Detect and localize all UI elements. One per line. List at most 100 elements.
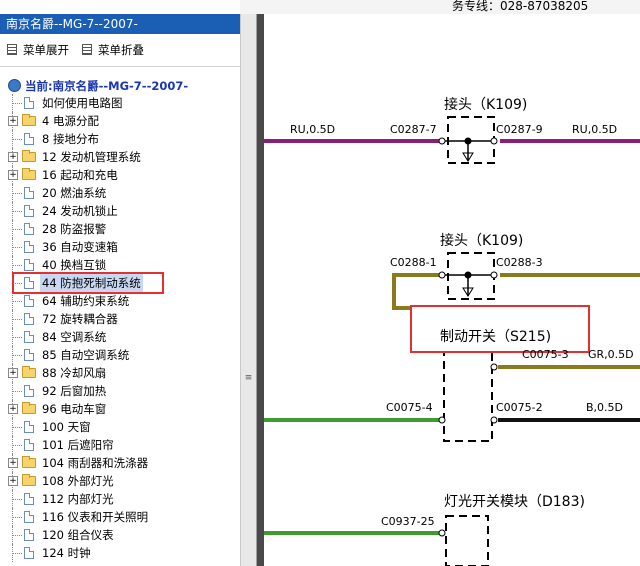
tree-item[interactable]: 112 内部灯光 (0, 490, 240, 508)
tree-item[interactable]: +96 电动车窗 (0, 400, 240, 418)
expand-toggle-icon[interactable]: + (8, 476, 18, 486)
document-icon (24, 547, 34, 559)
switch-left-terminal (438, 416, 446, 424)
menu-icon (82, 44, 92, 55)
connector1-right-pin-label: C0287-9 (496, 123, 543, 136)
module-terminal (438, 529, 446, 537)
tree-item-label: 85 自动空调系统 (42, 348, 130, 362)
connector1-title: 接头（K109) (444, 96, 527, 113)
document-icon (24, 241, 34, 253)
switch-box (443, 348, 493, 442)
document-icon (24, 97, 34, 109)
tree-item[interactable]: 92 后窗加热 (0, 382, 240, 400)
tree-item[interactable]: +108 外部灯光 (0, 472, 240, 490)
document-icon (24, 439, 34, 451)
tree-item[interactable]: 24 发动机锁止 (0, 202, 240, 220)
tree-item[interactable]: +104 雨刮器和洗涤器 (0, 454, 240, 472)
tree-branch-line (13, 391, 22, 392)
tree-item-label: 84 空调系统 (42, 330, 107, 344)
tree-item-label: 112 内部灯光 (42, 492, 114, 506)
tree-item-label: 124 时钟 (42, 546, 91, 560)
tree-branch-line (13, 139, 22, 140)
expand-toggle-icon[interactable]: + (8, 152, 18, 162)
expand-toggle-icon[interactable]: + (8, 404, 18, 414)
document-icon (24, 511, 34, 523)
tree-item[interactable]: 124 时钟 (0, 544, 240, 562)
tree-branch-line (13, 535, 22, 536)
switch-top-right-wire-label: GR,0.5D (588, 348, 634, 361)
tree-branch-line (13, 445, 22, 446)
panel-splitter[interactable]: ≡ (240, 14, 257, 566)
collapse-menu-button[interactable]: 菜单折叠 (82, 42, 144, 58)
tree-item[interactable]: 64 辅助约束系统 (0, 292, 240, 310)
tree-item-label: 116 仪表和开关照明 (42, 510, 149, 524)
expand-toggle-icon[interactable]: + (8, 170, 18, 180)
tree-item-label: 8 接地分布 (42, 132, 99, 146)
tree-item-label: 108 外部灯光 (42, 474, 114, 488)
tree-item-label: 4 电源分配 (42, 114, 99, 128)
tree-item[interactable]: 72 旋转耦合器 (0, 310, 240, 328)
tree-item[interactable]: 20 燃油系统 (0, 184, 240, 202)
document-icon (24, 493, 34, 505)
tree-item[interactable]: +16 起动和充电 (0, 166, 240, 184)
connector1-left-wire-label: RU,0.5D (290, 123, 335, 136)
tree-item-label: 100 天窗 (42, 420, 91, 434)
tree-item-label: 如何使用电路图 (42, 96, 123, 110)
switch-right-pin-label: C0075-2 (496, 401, 543, 414)
tree-branch-line (13, 499, 22, 500)
wiring-diagram: 接头（K109) RU,0.5D C0287-7 C0287-9 RU,0.5D… (264, 14, 640, 566)
document-icon (24, 313, 34, 325)
document-icon (24, 259, 34, 271)
tree-item[interactable]: 85 自动空调系统 (0, 346, 240, 364)
tree-branch-line (13, 517, 22, 518)
service-hotline-text: 务专线：028-87038205 (452, 0, 589, 13)
switch-right-wire-label: B,0.5D (586, 401, 623, 414)
tree-item[interactable]: +12 发动机管理系统 (0, 148, 240, 166)
tree-item-label: 28 防盗报警 (42, 222, 107, 236)
tree-item[interactable]: 120 组合仪表 (0, 526, 240, 544)
expand-menu-button[interactable]: 菜单展开 (7, 42, 69, 58)
diagram-border (257, 14, 264, 566)
switch-top-right-pin-label: C0075-3 (522, 348, 569, 361)
module-pin-label: C0937-25 (381, 515, 435, 528)
tree-item[interactable]: 8 接地分布 (0, 130, 240, 148)
tree-item[interactable]: 100 天窗 (0, 418, 240, 436)
tree-item-label: 24 发动机锁止 (42, 204, 118, 218)
tree-item-label: 72 旋转耦合器 (42, 312, 118, 326)
connector2-title: 接头（K109) (440, 232, 523, 249)
expand-toggle-icon[interactable]: + (8, 116, 18, 126)
tree-toolbar: 菜单展开 菜单折叠 (0, 36, 240, 67)
folder-icon (22, 168, 36, 180)
tree-item[interactable]: 如何使用电路图 (0, 94, 240, 112)
document-icon (24, 529, 34, 541)
switch-title: 制动开关（S215) (440, 329, 551, 345)
connector2-right-pin-label: C0288-3 (496, 256, 543, 269)
tree-item[interactable]: +4 电源分配 (0, 112, 240, 130)
connector2-right-terminal (490, 271, 498, 279)
document-icon (24, 133, 34, 145)
connector2-left-wire (392, 273, 440, 310)
expand-toggle-icon[interactable]: + (8, 368, 18, 378)
tree-item[interactable]: 28 防盗报警 (0, 220, 240, 238)
tree-item-label: 16 起动和充电 (42, 168, 118, 182)
tree-branch-line (13, 427, 22, 428)
tree-item-label: 88 冷却风扇 (42, 366, 107, 380)
tree-item[interactable]: 116 仪表和开关照明 (0, 508, 240, 526)
tree-branch-line (13, 553, 22, 554)
tree-item[interactable]: 36 自动变速箱 (0, 238, 240, 256)
tree-item[interactable]: 101 后遮阳帘 (0, 436, 240, 454)
folder-icon (22, 114, 36, 126)
tree-branch-line (13, 103, 22, 104)
connector2-left-terminal (438, 271, 446, 279)
splitter-grip-icon[interactable]: ≡ (244, 374, 253, 383)
tree-item[interactable]: +88 冷却风扇 (0, 364, 240, 382)
document-icon (24, 331, 34, 343)
tree-branch-line (13, 229, 22, 230)
tree-branch-line (13, 301, 22, 302)
tree-item[interactable]: 84 空调系统 (0, 328, 240, 346)
expand-toggle-icon[interactable]: + (8, 458, 18, 468)
connector1-right-terminal (490, 137, 498, 145)
tree-branch-line (13, 193, 22, 194)
tree-branch-line (13, 247, 22, 248)
connector1-right-wire-label: RU,0.5D (572, 123, 617, 136)
